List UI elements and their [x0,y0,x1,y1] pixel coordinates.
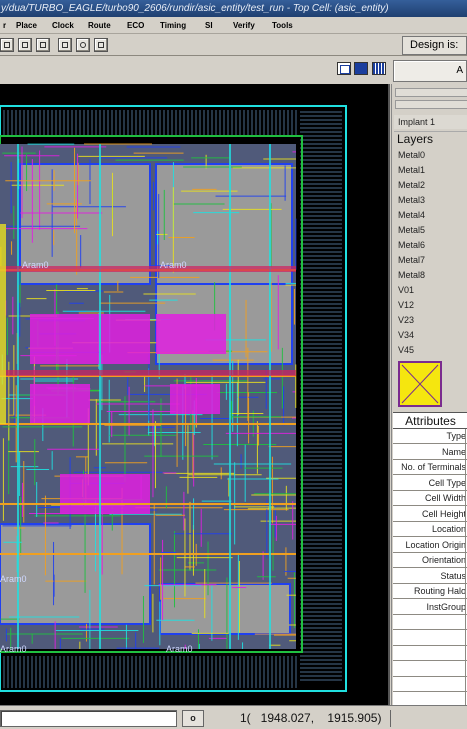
attribute-row: Status [393,568,467,584]
attribute-row: Type [393,429,467,444]
target-icon[interactable] [76,38,90,52]
attribute-empty-row [393,630,467,646]
macro-label: Aram0 [0,644,27,654]
layer-pattern-icon [401,364,439,404]
layer-item[interactable]: V12 [394,298,467,312]
menu-item-truncated[interactable]: r [3,17,6,34]
layout-grid-icon[interactable] [0,38,14,52]
layout-canvas[interactable]: Aram0 Aram0 Aram0 Aram0 Aram0 [0,84,390,705]
menu-item-eco[interactable]: ECO [127,17,144,34]
attribute-empty-row [393,677,467,692]
attribute-row: Location Origin [393,537,467,553]
layer-color-preview [398,361,442,407]
magenta-region [30,384,90,424]
attribute-row: Location [393,522,467,537]
macro-label: Aram0 [166,644,193,654]
chip-layout-drawing[interactable]: Aram0 Aram0 Aram0 Aram0 Aram0 [0,84,390,705]
panel-combo-2[interactable] [395,100,467,109]
menu-item-tools[interactable]: Tools [272,17,293,34]
select-mode-icon[interactable] [354,62,368,75]
macro-label: Aram0 [0,574,27,584]
menu-item-timing[interactable]: Timing [160,17,186,34]
layer-item[interactable]: Metal8 [394,268,467,282]
status-bar: o 1( 1948.027, 1915.905) [0,705,467,729]
copy-icon[interactable] [58,38,72,52]
attribute-empty-row [393,646,467,661]
layer-item[interactable]: Metal3 [394,193,467,207]
app-window: y/dua/TURBO_EAGLE/turbo90_2606/rundir/as… [0,0,467,729]
floorplan-icon[interactable] [18,38,32,52]
layer-item[interactable]: Metal1 [394,163,467,177]
menu-item-verify[interactable]: Verify [233,17,255,34]
magenta-region [30,314,150,364]
magenta-region [156,314,226,354]
macro-label: Aram0 [160,260,187,270]
menu-item-route[interactable]: Route [88,17,111,34]
layer-grid-icon[interactable] [372,62,386,75]
implant-layer-item[interactable]: Implant 1 [394,115,467,129]
layer-item[interactable]: Metal7 [394,253,467,267]
layer-item[interactable]: V34 [394,328,467,342]
attribute-row: Name [393,444,467,460]
magenta-region [60,474,150,514]
layer-item[interactable]: Metal4 [394,208,467,222]
menu-bar: r Place Clock Route ECO Timing SI Verify… [0,17,467,34]
design-status: Design is: [402,36,467,55]
attribute-row: Cell Width [393,491,467,506]
menu-item-clock[interactable]: Clock [52,17,74,34]
window-icon[interactable] [94,38,108,52]
layer-item[interactable]: Metal6 [394,238,467,252]
attribute-row: InstGroup [393,599,467,615]
menu-item-si[interactable]: SI [205,17,213,34]
attribute-row: Cell Height [393,506,467,522]
command-input[interactable] [0,710,177,727]
layer-item[interactable]: Metal5 [394,223,467,237]
layer-item[interactable]: V23 [394,313,467,327]
panel-combo-1[interactable] [395,88,467,97]
left-strip [0,224,6,424]
attribute-empty-row [393,661,467,677]
menu-item-place[interactable]: Place [16,17,37,34]
macro-label: Aram0 [22,260,49,270]
attribute-row: No. of Terminals [393,460,467,475]
magenta-region [170,384,220,414]
attributes-table: Attributes Type Name No. of Terminals Cell … [393,412,467,708]
title-bar: y/dua/TURBO_EAGLE/turbo90_2606/rundir/as… [0,0,467,17]
window-title: y/dua/TURBO_EAGLE/turbo90_2606/rundir/as… [1,3,389,14]
attribute-row: Cell Type [393,475,467,491]
attributes-header: Attributes [393,413,467,429]
attribute-column-divider [465,429,466,706]
block-icon[interactable] [36,38,50,52]
cursor-coordinates: 1( 1948.027, 1915.905) [240,711,382,725]
layer-item[interactable]: V45 [394,343,467,357]
layer-item[interactable]: Metal0 [394,148,467,162]
attribute-empty-row [393,615,467,630]
toolbar [0,34,467,56]
panel-dropdown[interactable]: A [393,60,467,82]
status-button[interactable]: o [182,710,204,727]
save-view-icon[interactable] [337,62,351,75]
attribute-row: Orientation [393,553,467,568]
layer-list: Metal0 Metal1 Metal2 Metal3 Metal4 Metal5 Meta… [394,148,467,358]
layer-item[interactable]: V01 [394,283,467,297]
attribute-row: Routing Halo [393,584,467,599]
layers-header: Layers [394,131,467,146]
bus-line [0,370,296,376]
right-panel: Implant 1 Layers Metal0 Metal1 Metal2 Metal… [391,84,467,708]
status-end-field [390,710,467,727]
layer-item[interactable]: Metal2 [394,178,467,192]
